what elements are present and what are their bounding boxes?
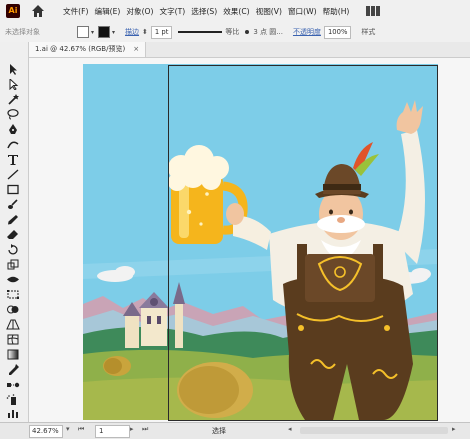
menu-help[interactable]: 帮助(H) — [320, 6, 353, 17]
gradient-icon[interactable] — [6, 349, 20, 360]
pencil-icon[interactable] — [6, 214, 20, 225]
menu-select[interactable]: 选择(S) — [188, 6, 220, 17]
tools-panel — [0, 42, 29, 422]
document-tab-title: 1.ai @ 42.67% (RGB/预览) — [35, 45, 126, 53]
page-field[interactable]: 1 — [95, 425, 130, 438]
control-bar: 未选择对象 ▾ ▾ 描边 ⬍ 1 pt 等比 3 点 圆... 不透明度 100… — [0, 22, 470, 43]
horizontal-scrollbar[interactable] — [300, 427, 448, 434]
magic-wand-icon[interactable] — [6, 94, 20, 105]
opacity-label[interactable]: 不透明度 — [293, 27, 321, 37]
menu-window[interactable]: 窗口(W) — [285, 6, 320, 17]
shape-builder-icon[interactable] — [6, 304, 20, 315]
menu-bar: Ai 文件(F) 编辑(E) 对象(O) 文字(T) 选择(S) 效果(C) 视… — [0, 0, 470, 23]
oktoberfest-illustration[interactable] — [83, 64, 438, 420]
paintbrush-icon[interactable] — [6, 199, 20, 210]
zoom-field[interactable]: 42.67% — [29, 425, 63, 438]
last-page-icon[interactable]: ⏭ — [142, 425, 148, 434]
stroke-profile-preview[interactable] — [178, 31, 223, 33]
type-icon[interactable] — [6, 154, 20, 165]
menu-type[interactable]: 文字(T) — [157, 6, 189, 17]
mesh-icon[interactable] — [6, 334, 20, 345]
next-page-icon[interactable]: ▸ — [130, 425, 134, 433]
perspective-icon[interactable] — [6, 319, 20, 330]
status-bar: 42.67% ▾ ⏮ 1 ▸ ⏭ 选择 ◂ ▸ — [0, 422, 470, 439]
brush-dot-icon — [245, 30, 250, 34]
curvature-icon[interactable] — [6, 139, 20, 150]
eyedropper-icon[interactable] — [6, 364, 20, 375]
style-label[interactable]: 样式 — [361, 27, 375, 37]
menu: 文件(F) 编辑(E) 对象(O) 文字(T) 选择(S) 效果(C) 视图(V… — [60, 6, 352, 17]
symbol-sprayer-icon[interactable] — [6, 394, 20, 405]
document-tab[interactable]: 1.ai @ 42.67% (RGB/预览) × — [29, 42, 147, 57]
chevron-down-icon[interactable]: ▾ — [66, 425, 70, 433]
menu-object[interactable]: 对象(O) — [123, 6, 156, 17]
first-page-icon[interactable]: ⏮ — [78, 425, 84, 434]
column-graph-icon[interactable] — [6, 408, 20, 419]
app-logo: Ai — [6, 4, 20, 18]
selection-status: 未选择对象 — [5, 28, 40, 36]
rectangle-icon[interactable] — [6, 184, 20, 195]
line-icon[interactable] — [6, 169, 20, 180]
direct-selection-icon[interactable] — [6, 79, 20, 90]
opacity-field[interactable]: 100% — [323, 25, 352, 39]
rotate-icon[interactable] — [6, 244, 20, 255]
home-icon[interactable] — [30, 3, 46, 19]
close-icon[interactable]: × — [133, 45, 139, 53]
workspace-layout-icon[interactable] — [366, 5, 382, 17]
stroke-profile-label[interactable]: 等比 — [225, 27, 239, 37]
pen-icon[interactable] — [6, 124, 20, 135]
stepper-icon[interactable]: ⬍ — [142, 28, 148, 36]
scroll-right-icon[interactable]: ▸ — [452, 425, 456, 433]
selection-tool-icon[interactable] — [6, 64, 20, 75]
scroll-left-icon[interactable]: ◂ — [288, 425, 292, 433]
fill-swatch[interactable] — [77, 26, 89, 38]
stroke-weight-field[interactable]: 1 pt — [150, 25, 173, 39]
eraser-icon[interactable] — [6, 229, 20, 240]
menu-effect[interactable]: 效果(C) — [220, 6, 252, 17]
menu-view[interactable]: 视图(V) — [253, 6, 285, 17]
chevron-down-icon[interactable]: ▾ — [112, 29, 115, 36]
stroke-swatch[interactable] — [98, 26, 111, 38]
stroke-label[interactable]: 描边 — [125, 27, 139, 37]
chevron-down-icon[interactable]: ▾ — [91, 29, 94, 36]
free-transform-icon[interactable] — [6, 289, 20, 300]
scale-icon[interactable] — [6, 259, 20, 270]
lasso-icon[interactable] — [6, 109, 20, 120]
current-tool-label: 选择 — [212, 427, 226, 435]
blend-icon[interactable] — [6, 379, 20, 390]
width-icon[interactable] — [6, 274, 20, 285]
brush-definition[interactable]: 3 点 圆... — [253, 27, 283, 37]
canvas-area[interactable] — [29, 58, 470, 422]
menu-edit[interactable]: 编辑(E) — [91, 6, 123, 17]
menu-file[interactable]: 文件(F) — [60, 6, 91, 17]
document-tab-bar: 1.ai @ 42.67% (RGB/预览) × — [29, 42, 470, 58]
